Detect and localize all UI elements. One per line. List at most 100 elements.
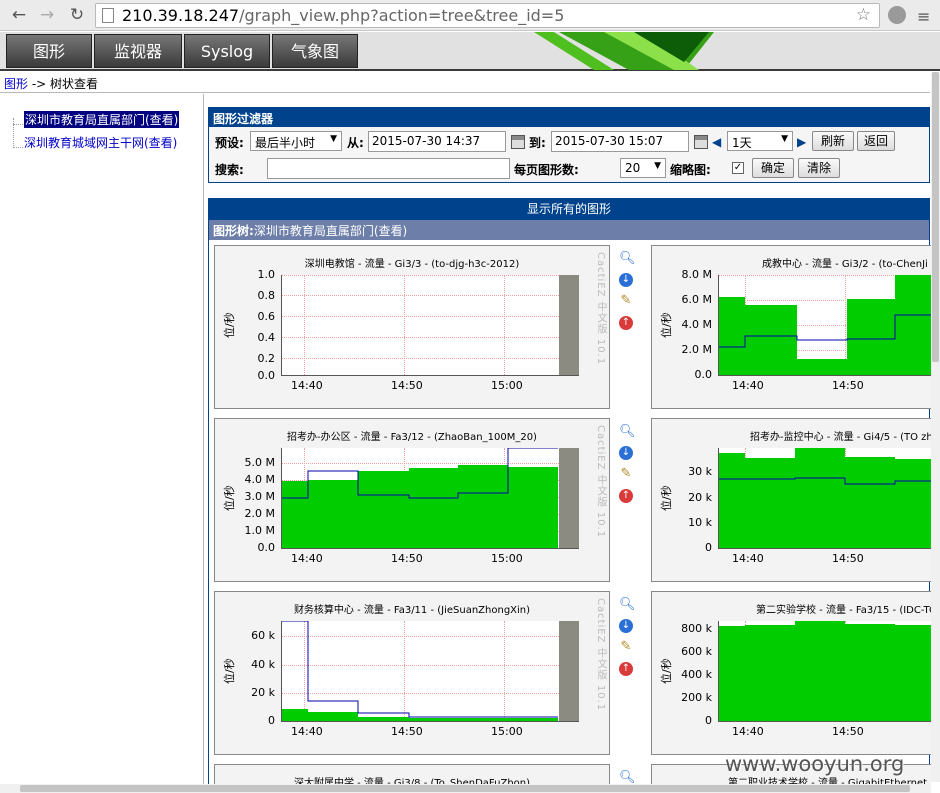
chevron-down-icon: ▼ (654, 161, 661, 171)
breadcrumb-current: 树状查看 (50, 77, 99, 91)
clear-button[interactable]: 清除 (798, 158, 840, 178)
graph-panel[interactable]: 深圳电教馆 - 流量 - Gi3/3 - (to-djg-h3c-2012) 位… (214, 245, 610, 409)
timespan-value: 1天 (732, 136, 752, 150)
x-tick: 14:50 (391, 552, 423, 565)
y-tick: 0.0 (694, 368, 713, 381)
thumbnail-label: 缩略图: (670, 163, 711, 177)
y-tick: 0 (705, 714, 712, 727)
back-arrow-icon[interactable]: ← (8, 5, 30, 25)
scroll-thumb[interactable] (20, 785, 910, 792)
tree-item-backbone[interactable]: 深圳教育城域网主干网(查看) (24, 134, 177, 151)
search-input[interactable] (267, 158, 510, 179)
back-button[interactable]: 返回 (857, 131, 895, 151)
thumbnail-checkbox[interactable]: ✓ (732, 162, 744, 174)
y-tick: 0 (268, 714, 275, 727)
url-text: 210.39.18.247/graph_view.php?action=tree… (122, 6, 564, 25)
header-decoration (534, 32, 724, 70)
x-tick: 14:50 (391, 379, 423, 392)
address-bar[interactable]: 210.39.18.247/graph_view.php?action=tree… (95, 3, 880, 28)
reload-icon[interactable]: ↻ (66, 5, 88, 25)
y-tick: 0.8 (257, 289, 276, 302)
chevron-down-icon: ▼ (781, 134, 788, 144)
graph-panel[interactable]: 招考办-监控中心 - 流量 - Gi4/5 - (TO zh 位/秒 30 k … (651, 418, 933, 582)
confirm-button[interactable]: 确定 (752, 158, 794, 178)
forward-arrow-icon[interactable]: → (36, 5, 58, 25)
wrench-icon[interactable]: ✎ (619, 294, 633, 308)
y-tick: 0.6 (257, 310, 276, 323)
tab-graphs[interactable]: 图形 (6, 34, 92, 68)
tab-monitor[interactable]: 监视器 (94, 34, 182, 68)
site-watermark: www.wooyun.org (725, 752, 905, 776)
zoom-icon[interactable]: 🔍︎ (619, 252, 636, 266)
graph-plot (718, 448, 932, 549)
x-tick: 15:00 (491, 725, 523, 738)
wrench-icon[interactable]: ✎ (619, 467, 633, 481)
x-tick: 14:40 (732, 379, 764, 392)
zoom-icon[interactable]: 🔍︎ (619, 771, 636, 785)
tab-syslog[interactable]: Syslog (184, 34, 270, 68)
shift-left-icon[interactable]: ◀ (712, 135, 721, 149)
zoom-icon[interactable]: 🔍︎ (619, 425, 636, 439)
vertical-scrollbar[interactable] (931, 72, 940, 782)
search-label: 搜索: (215, 163, 244, 177)
calendar-icon[interactable] (511, 135, 525, 149)
star-icon[interactable]: ☆ (856, 5, 871, 25)
y-tick: 2.0 M (681, 343, 712, 356)
tree-item-direct-departments[interactable]: 深圳市教育局直属部门(查看) (24, 111, 180, 128)
graph-plot (281, 448, 579, 549)
calendar-icon[interactable] (694, 135, 708, 149)
menu-icon[interactable]: ≡ (917, 7, 930, 26)
settings-icon[interactable]: ↑ (619, 489, 633, 503)
from-label: 从: (347, 136, 364, 150)
graph-panel[interactable]: 第二实验学校 - 流量 - Fa3/15 - (IDC-TC 位/秒 800 k… (651, 591, 936, 755)
url-host: 210.39.18.247 (122, 6, 240, 25)
y-tick: 0 (705, 541, 712, 554)
graph-panel[interactable]: 财务核算中心 - 流量 - Fa3/11 - (JieSuanZhongXin)… (214, 591, 610, 755)
x-tick: 15:00 (491, 379, 523, 392)
tab-weathermap[interactable]: 气象图 (272, 34, 358, 68)
shift-right-icon[interactable]: ▶ (797, 135, 806, 149)
y-tick: 4.0 M (681, 318, 712, 331)
tree-header: 图形树:深圳市教育局直属部门(查看) (209, 220, 929, 240)
graph-plot (718, 621, 932, 722)
graph-title: 招考办-监控中心 - 流量 - Gi4/5 - (TO zh (750, 432, 933, 443)
graph-plot (718, 275, 932, 376)
page-icon (102, 8, 114, 23)
zoom-icon[interactable]: 🔍︎ (619, 598, 636, 612)
export-icon[interactable]: ↓ (619, 273, 633, 287)
settings-icon[interactable]: ↑ (619, 316, 633, 330)
browser-toolbar: ← → ↻ 210.39.18.247/graph_view.php?actio… (0, 0, 940, 31)
x-tick: 14:50 (832, 552, 864, 565)
x-tick: 14:40 (732, 725, 764, 738)
y-tick: 0.0 (257, 369, 276, 382)
breadcrumb: 图形 -> 树状查看 (0, 72, 930, 93)
y-tick: 10 k (688, 516, 712, 529)
horizontal-scrollbar[interactable] (0, 784, 931, 793)
globe-icon[interactable] (888, 6, 906, 24)
to-input[interactable]: 2015-07-30 15:07 (551, 131, 689, 152)
timespan-select[interactable]: 1天 ▼ (727, 131, 793, 151)
settings-icon[interactable]: ↑ (619, 662, 633, 676)
breadcrumb-link-graphs[interactable]: 图形 (4, 77, 28, 91)
y-tick: 6.0 M (681, 293, 712, 306)
breadcrumb-separator: -> (28, 77, 51, 91)
wrench-icon[interactable]: ✎ (619, 640, 633, 654)
from-input[interactable]: 2015-07-30 14:37 (368, 131, 506, 152)
tree-header-name: 深圳市教育局直属部门(查看) (253, 224, 408, 238)
export-icon[interactable]: ↓ (619, 446, 633, 460)
filter-title: 图形过滤器 (209, 108, 929, 127)
preset-select[interactable]: 最后半小时 ▼ (250, 131, 342, 151)
y-tick: 20 k (251, 686, 275, 699)
refresh-button[interactable]: 刷新 (812, 131, 854, 151)
graph-panel[interactable]: 成教中心 - 流量 - Gi3/2 - (to-ChenJi 位/秒 8.0 M… (651, 245, 932, 409)
y-tick: 3.0 M (244, 490, 275, 503)
scroll-thumb[interactable] (932, 72, 939, 362)
y-tick: 0.2 (257, 352, 276, 365)
y-tick: 200 k (681, 691, 712, 704)
graph-panel[interactable]: 招考办-办公区 - 流量 - Fa3/12 - (ZhaoBan_100M_20… (214, 418, 610, 582)
export-icon[interactable]: ↓ (619, 619, 633, 633)
graph-watermark: CactiEZ 中文版 10.1 (595, 598, 606, 712)
x-tick: 14:40 (291, 379, 323, 392)
per-page-select[interactable]: 20 ▼ (620, 158, 666, 178)
y-tick: 1.0 (257, 268, 276, 281)
